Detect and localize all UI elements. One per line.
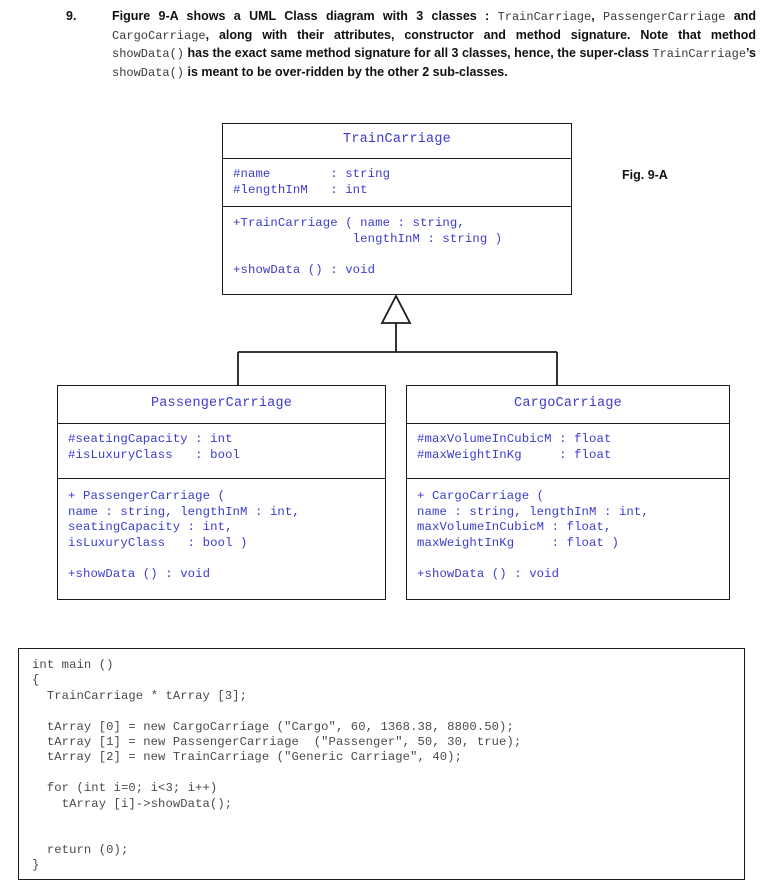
methods-compartment-cargocarriage: + CargoCarriage ( name : string, lengthI… <box>407 479 729 601</box>
attributes-traincarriage: #name : string #lengthInM : int <box>233 167 391 197</box>
question-text-run: has the exact same method signature for … <box>184 46 653 60</box>
question-code-term: showData() <box>112 47 185 61</box>
question-text-run: , <box>591 9 603 23</box>
class-name-cargocarriage: CargoCarriage <box>514 396 622 411</box>
class-name-passengercarriage: PassengerCarriage <box>150 396 293 411</box>
attributes-compartment-traincarriage: #name : string #lengthInM : int <box>223 159 571 207</box>
figure-caption-9a: Fig. 9-A <box>622 168 668 182</box>
uml-class-box-passengercarriage: PassengerCarriage #seatingCapacity : int… <box>57 385 386 600</box>
question-text-run: is meant to be over-ridden by the other … <box>184 64 508 79</box>
question-text-run: , along with their attributes, construct… <box>205 27 756 42</box>
question-code-term: TrainCarriage <box>652 47 747 61</box>
question-code-term: TrainCarriage <box>497 10 592 24</box>
methods-passengercarriage: + PassengerCarriage ( name : string, len… <box>68 489 300 581</box>
question-text-run: ’s <box>746 46 756 60</box>
attributes-compartment-passengercarriage: #seatingCapacity : int #isLuxuryClass : … <box>58 424 385 479</box>
uml-class-box-cargocarriage: CargoCarriage #maxVolumeInCubicM : float… <box>406 385 730 600</box>
class-name-compartment-passengercarriage: PassengerCarriage <box>58 386 385 424</box>
generalization-connector <box>237 294 558 387</box>
question-text: Figure 9-A shows a UML Class diagram wit… <box>112 8 756 82</box>
class-name-traincarriage: TrainCarriage <box>343 132 451 147</box>
class-name-compartment-traincarriage: TrainCarriage <box>223 124 571 159</box>
methods-compartment-traincarriage: +TrainCarriage ( name : string, lengthIn… <box>223 207 571 294</box>
methods-compartment-passengercarriage: + PassengerCarriage ( name : string, len… <box>58 479 385 601</box>
attributes-passengercarriage: #seatingCapacity : int #isLuxuryClass : … <box>68 432 241 462</box>
question-code-term: PassengerCarriage <box>603 10 726 24</box>
attributes-compartment-cargocarriage: #maxVolumeInCubicM : float #maxWeightInK… <box>407 424 729 479</box>
code-listing-text: int main () { TrainCarriage * tArray [3]… <box>32 658 522 873</box>
inheritance-triangle-icon <box>380 294 412 324</box>
question-text-run: Figure 9-A shows a UML Class diagram wit… <box>112 9 498 23</box>
question-code-term: CargoCarriage <box>112 28 206 43</box>
code-listing-box: int main () { TrainCarriage * tArray [3]… <box>18 648 745 880</box>
class-name-compartment-cargocarriage: CargoCarriage <box>407 386 729 424</box>
methods-cargocarriage: + CargoCarriage ( name : string, lengthI… <box>417 489 649 581</box>
question-text-run: and <box>725 9 756 23</box>
question-code-term: showData() <box>112 65 185 80</box>
question-block: 9. Figure 9-A shows a UML Class diagram … <box>66 8 756 82</box>
uml-class-box-traincarriage: TrainCarriage #name : string #lengthInM … <box>222 123 572 295</box>
question-number: 9. <box>66 9 77 23</box>
methods-traincarriage: +TrainCarriage ( name : string, lengthIn… <box>233 216 503 277</box>
attributes-cargocarriage: #maxVolumeInCubicM : float #maxWeightInK… <box>417 432 612 462</box>
